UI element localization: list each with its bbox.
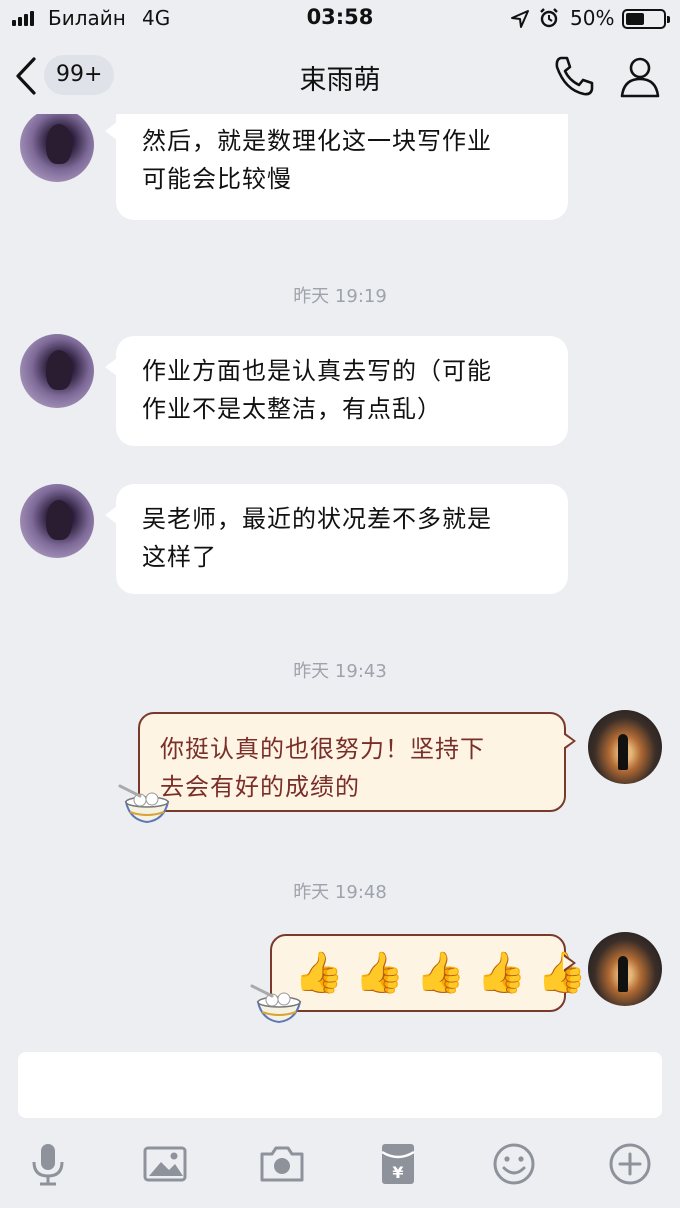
image-icon[interactable] (141, 1140, 189, 1188)
emoji-row: 👍 👍 👍 👍 👍 (294, 936, 587, 1010)
microphone-icon[interactable] (24, 1140, 72, 1188)
message-line: 去会有好的成绩的 (160, 773, 360, 801)
location-icon (511, 10, 529, 28)
message-line: 吴老师，最近的状况差不多就是 (142, 505, 492, 533)
status-bar: Билайн 4G 03:58 50% (0, 0, 680, 38)
bubble-decoration-bowl-icon (118, 784, 170, 824)
user-avatar[interactable] (588, 932, 662, 1006)
emoji-icon[interactable] (490, 1140, 538, 1188)
nav-bar: 99+ 束雨萌 (0, 38, 680, 114)
alarm-icon (540, 8, 558, 28)
thumbs-up-emoji: 👍 (476, 950, 528, 996)
thumbs-up-emoji: 👍 (537, 950, 589, 996)
red-packet-icon[interactable]: ¥ (374, 1140, 422, 1188)
message-line: 你挺认真的也很努力！坚持下 (160, 735, 485, 763)
timestamp: 昨天 19:43 (293, 661, 387, 682)
plus-icon[interactable] (606, 1140, 654, 1188)
message-line: 可能会比较慢 (142, 165, 292, 193)
input-toolbar: ¥ (0, 1134, 680, 1194)
phone-icon[interactable] (552, 54, 596, 98)
svg-text:¥: ¥ (392, 1163, 403, 1182)
contact-avatar[interactable] (20, 484, 94, 558)
timestamp: 昨天 19:48 (293, 882, 387, 903)
battery-percent: 50% (570, 6, 615, 30)
message-line: 然后，就是数理化这一块写作业 (142, 127, 492, 155)
sent-message[interactable]: 👍 👍 👍 👍 👍 (270, 934, 587, 1012)
received-message[interactable]: 吴老师，最近的状况差不多就是 这样了 (105, 484, 568, 594)
message-line: 作业方面也是认真去写的（可能 (142, 357, 492, 385)
timestamp: 昨天 19:19 (293, 286, 387, 307)
message-input[interactable] (18, 1052, 662, 1118)
bubble-decoration-bowl-icon (250, 984, 302, 1024)
contact-avatar[interactable] (20, 114, 94, 182)
battery-icon (622, 9, 670, 29)
message-line: 这样了 (142, 543, 217, 571)
received-message[interactable]: 然后，就是数理化这一块写作业 可能会比较慢 (105, 114, 568, 220)
thumbs-up-emoji: 👍 (354, 950, 406, 996)
chat-area[interactable]: 然后，就是数理化这一块写作业 可能会比较慢 昨天 19:19 作业方面也是认真去… (0, 114, 680, 1044)
thumbs-up-emoji: 👍 (415, 950, 467, 996)
user-avatar[interactable] (588, 710, 662, 784)
sent-message[interactable]: 你挺认真的也很努力！坚持下 去会有好的成绩的 (138, 712, 576, 812)
user-icon[interactable] (618, 54, 662, 98)
message-line: 作业不是太整洁，有点乱） (142, 395, 442, 423)
camera-icon[interactable] (258, 1140, 306, 1188)
received-message[interactable]: 作业方面也是认真去写的（可能 作业不是太整洁，有点乱） (105, 336, 568, 446)
contact-avatar[interactable] (20, 334, 94, 408)
